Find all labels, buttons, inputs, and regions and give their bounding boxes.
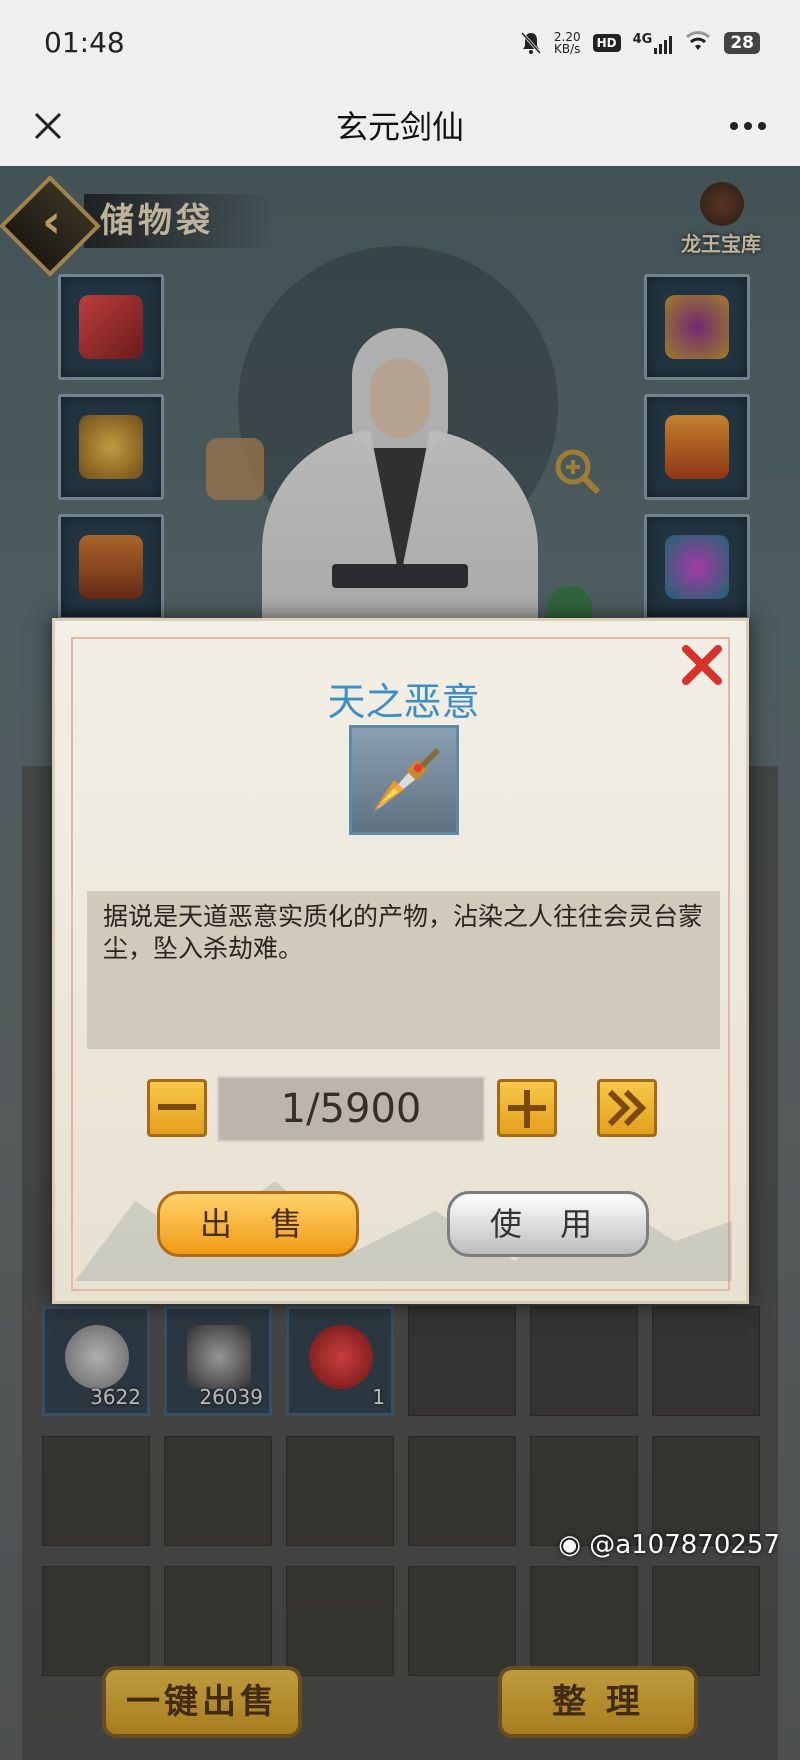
quantity-decrease-button[interactable] bbox=[147, 1079, 207, 1137]
network-speed: 2.20 KB/s bbox=[554, 31, 581, 55]
hd-badge: HD bbox=[592, 34, 621, 52]
title-bar: 玄元剑仙 bbox=[0, 86, 800, 166]
battery-indicator: 28 bbox=[724, 32, 760, 54]
item-name: 天之恶意 bbox=[327, 680, 480, 724]
status-bar: 01:48 2.20 KB/s HD 4G 28 bbox=[0, 0, 800, 86]
quantity-increase-button[interactable] bbox=[497, 1079, 557, 1137]
sell-button[interactable]: 出 售 bbox=[157, 1191, 359, 1257]
item-description-box: 据说是天道恶意实质化的产物，沾染之人往往会灵台蒙尘，坠入杀劫难。 bbox=[87, 891, 720, 1049]
status-icons: 2.20 KB/s HD 4G 28 bbox=[520, 28, 760, 58]
mute-bell-icon bbox=[520, 31, 542, 55]
wifi-icon bbox=[684, 30, 712, 56]
quantity-max-button[interactable] bbox=[597, 1079, 657, 1137]
network-type: 4G bbox=[632, 32, 653, 47]
signal-icon: 4G bbox=[633, 32, 673, 54]
flaming-dagger-icon bbox=[364, 740, 444, 820]
watermark-text: @a107870257 bbox=[589, 1530, 780, 1560]
close-icon[interactable] bbox=[680, 643, 724, 687]
quantity-display[interactable]: 1/5900 bbox=[217, 1076, 485, 1142]
item-icon-frame bbox=[349, 725, 459, 835]
watermark: ◉ @a107870257 bbox=[558, 1530, 780, 1560]
item-detail-dialog: 天之恶意 据说是天道恶意实质化的产物，沾染之人往往会灵台蒙尘，坠入杀劫难。 1/… bbox=[52, 618, 749, 1304]
network-speed-unit: KB/s bbox=[554, 42, 581, 56]
use-button[interactable]: 使 用 bbox=[447, 1191, 649, 1257]
weibo-icon: ◉ bbox=[558, 1530, 590, 1560]
more-options-icon[interactable] bbox=[726, 108, 770, 144]
page-title: 玄元剑仙 bbox=[335, 108, 464, 146]
status-time: 01:48 bbox=[44, 26, 125, 59]
item-description: 据说是天道恶意实质化的产物，沾染之人往往会灵台蒙尘，坠入杀劫难。 bbox=[103, 902, 704, 963]
